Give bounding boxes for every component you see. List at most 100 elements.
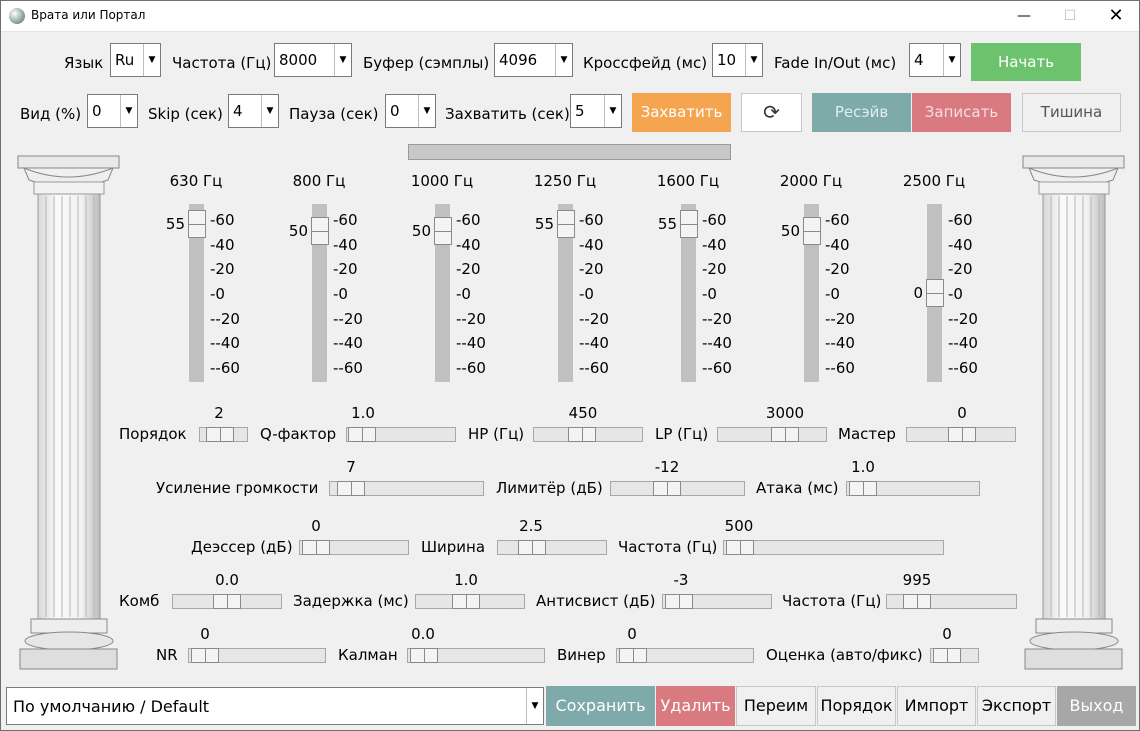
delete-preset-button[interactable]: Удалить <box>656 686 735 726</box>
delay-slider[interactable] <box>415 594 525 609</box>
antiwhistle-frequency-slider[interactable] <box>886 594 1017 609</box>
window-title: Врата или Портал <box>31 8 146 22</box>
chevron-down-icon[interactable]: ▼ <box>555 44 572 76</box>
slider-handle[interactable] <box>568 427 596 442</box>
chevron-down-icon[interactable]: ▼ <box>604 95 621 127</box>
eq-tick-label: -20 <box>948 260 973 278</box>
start-button[interactable]: Начать <box>971 43 1081 81</box>
receive-button[interactable]: Ресэйв <box>812 93 911 132</box>
eq-tick-label: -20 <box>702 260 727 278</box>
language-select[interactable]: Ru ▼ <box>110 43 161 77</box>
minimize-button[interactable]: — <box>1001 1 1047 31</box>
eq-band-value: 50 <box>411 222 431 240</box>
save-preset-button[interactable]: Сохранить <box>546 686 655 726</box>
slider-handle[interactable] <box>933 648 961 663</box>
fade-select[interactable]: 4 ▼ <box>909 43 961 77</box>
slider-handle[interactable] <box>410 648 438 663</box>
kalman-value: 0.0 <box>411 625 435 643</box>
chevron-down-icon[interactable]: ▼ <box>418 95 435 127</box>
gain-label: Усиление громкости <box>156 479 319 497</box>
wiener-slider[interactable] <box>616 648 754 663</box>
rename-preset-button[interactable]: Переим <box>736 686 816 726</box>
chevron-down-icon[interactable]: ▼ <box>143 44 160 76</box>
import-button[interactable]: Импорт <box>897 686 976 726</box>
capture-button[interactable]: Захватить <box>632 93 731 132</box>
slider-handle[interactable] <box>311 217 329 245</box>
slider-handle[interactable] <box>903 594 931 609</box>
limiter-slider[interactable] <box>610 481 745 496</box>
slider-handle[interactable] <box>434 217 452 245</box>
master-slider[interactable] <box>906 427 1016 442</box>
export-button[interactable]: Экспорт <box>977 686 1056 726</box>
slider-handle[interactable] <box>348 427 376 442</box>
slider-handle[interactable] <box>771 427 799 442</box>
deesser-frequency-slider[interactable] <box>723 540 944 555</box>
antiwhistle-slider[interactable] <box>662 594 772 609</box>
attack-label: Атака (мс) <box>756 479 839 497</box>
eq-tick-label: --40 <box>579 334 609 352</box>
attack-slider[interactable] <box>846 481 980 496</box>
gain-slider[interactable] <box>329 481 484 496</box>
eq-tick-label: --60 <box>948 359 978 377</box>
slider-handle[interactable] <box>518 540 546 555</box>
slider-handle[interactable] <box>849 481 877 496</box>
slider-handle[interactable] <box>188 210 206 238</box>
order-slider[interactable] <box>199 427 248 442</box>
chevron-down-icon[interactable]: ▼ <box>334 44 351 76</box>
frequency-select[interactable]: 8000 ▼ <box>274 43 352 77</box>
chevron-down-icon[interactable]: ▼ <box>526 688 543 724</box>
chevron-down-icon[interactable]: ▼ <box>745 44 762 76</box>
fade-label: Fade In/Out (мс) <box>774 54 897 72</box>
slider-handle[interactable] <box>302 540 330 555</box>
crossfade-label: Кроссфейд (мс) <box>583 54 708 72</box>
eq-band-value: 55 <box>165 215 185 233</box>
close-button[interactable]: ✕ <box>1093 1 1139 31</box>
slider-handle[interactable] <box>619 648 647 663</box>
record-button[interactable]: Записать <box>912 93 1011 132</box>
exit-button[interactable]: Выход <box>1057 686 1136 726</box>
buffer-select[interactable]: 4096 ▼ <box>494 43 573 77</box>
lp-slider[interactable] <box>717 427 827 442</box>
hp-slider[interactable] <box>533 427 643 442</box>
slider-handle[interactable] <box>926 279 944 307</box>
slider-handle[interactable] <box>213 594 241 609</box>
chevron-down-icon[interactable]: ▼ <box>943 44 960 76</box>
eq-band-frequency-label: 630 Гц <box>169 172 223 190</box>
eq-tick-label: --20 <box>456 310 486 328</box>
deesser-slider[interactable] <box>299 540 409 555</box>
slider-handle[interactable] <box>726 540 754 555</box>
view-select[interactable]: 0 ▼ <box>87 94 138 128</box>
estimate-slider[interactable] <box>930 648 979 663</box>
crossfade-select[interactable]: 10 ▼ <box>712 43 763 77</box>
slider-handle[interactable] <box>948 427 976 442</box>
slider-handle[interactable] <box>803 217 821 245</box>
slider-handle[interactable] <box>452 594 480 609</box>
capture-duration-select[interactable]: 5 ▼ <box>570 94 622 128</box>
slider-handle[interactable] <box>665 594 693 609</box>
preset-select[interactable]: По умолчанию / Default ▼ <box>6 687 544 725</box>
kalman-slider[interactable] <box>407 648 545 663</box>
comb-slider[interactable] <box>172 594 282 609</box>
maximize-button[interactable]: ☐ <box>1047 1 1093 31</box>
slider-handle[interactable] <box>191 648 219 663</box>
nr-slider[interactable] <box>188 648 326 663</box>
eq-tick-label: -0 <box>948 285 963 303</box>
slider-handle[interactable] <box>557 210 575 238</box>
slider-handle[interactable] <box>680 210 698 238</box>
slider-handle[interactable] <box>337 481 365 496</box>
pause-select[interactable]: 0 ▼ <box>385 94 436 128</box>
order-preset-button[interactable]: Порядок <box>817 686 896 726</box>
master-value: 0 <box>957 404 967 422</box>
slider-handle[interactable] <box>206 427 234 442</box>
slider-handle[interactable] <box>653 481 681 496</box>
q-factor-slider[interactable] <box>346 427 456 442</box>
deesser-frequency-value: 500 <box>724 517 754 535</box>
eq-tick-label: -20 <box>210 260 235 278</box>
skip-select[interactable]: 4 ▼ <box>228 94 279 128</box>
silence-button[interactable]: Тишина <box>1022 93 1121 132</box>
chevron-down-icon[interactable]: ▼ <box>261 95 278 127</box>
width-slider[interactable] <box>497 540 607 555</box>
chevron-down-icon[interactable]: ▼ <box>120 95 137 127</box>
wiener-label: Винер <box>557 646 606 664</box>
refresh-icon[interactable]: ⟳ <box>741 93 802 132</box>
